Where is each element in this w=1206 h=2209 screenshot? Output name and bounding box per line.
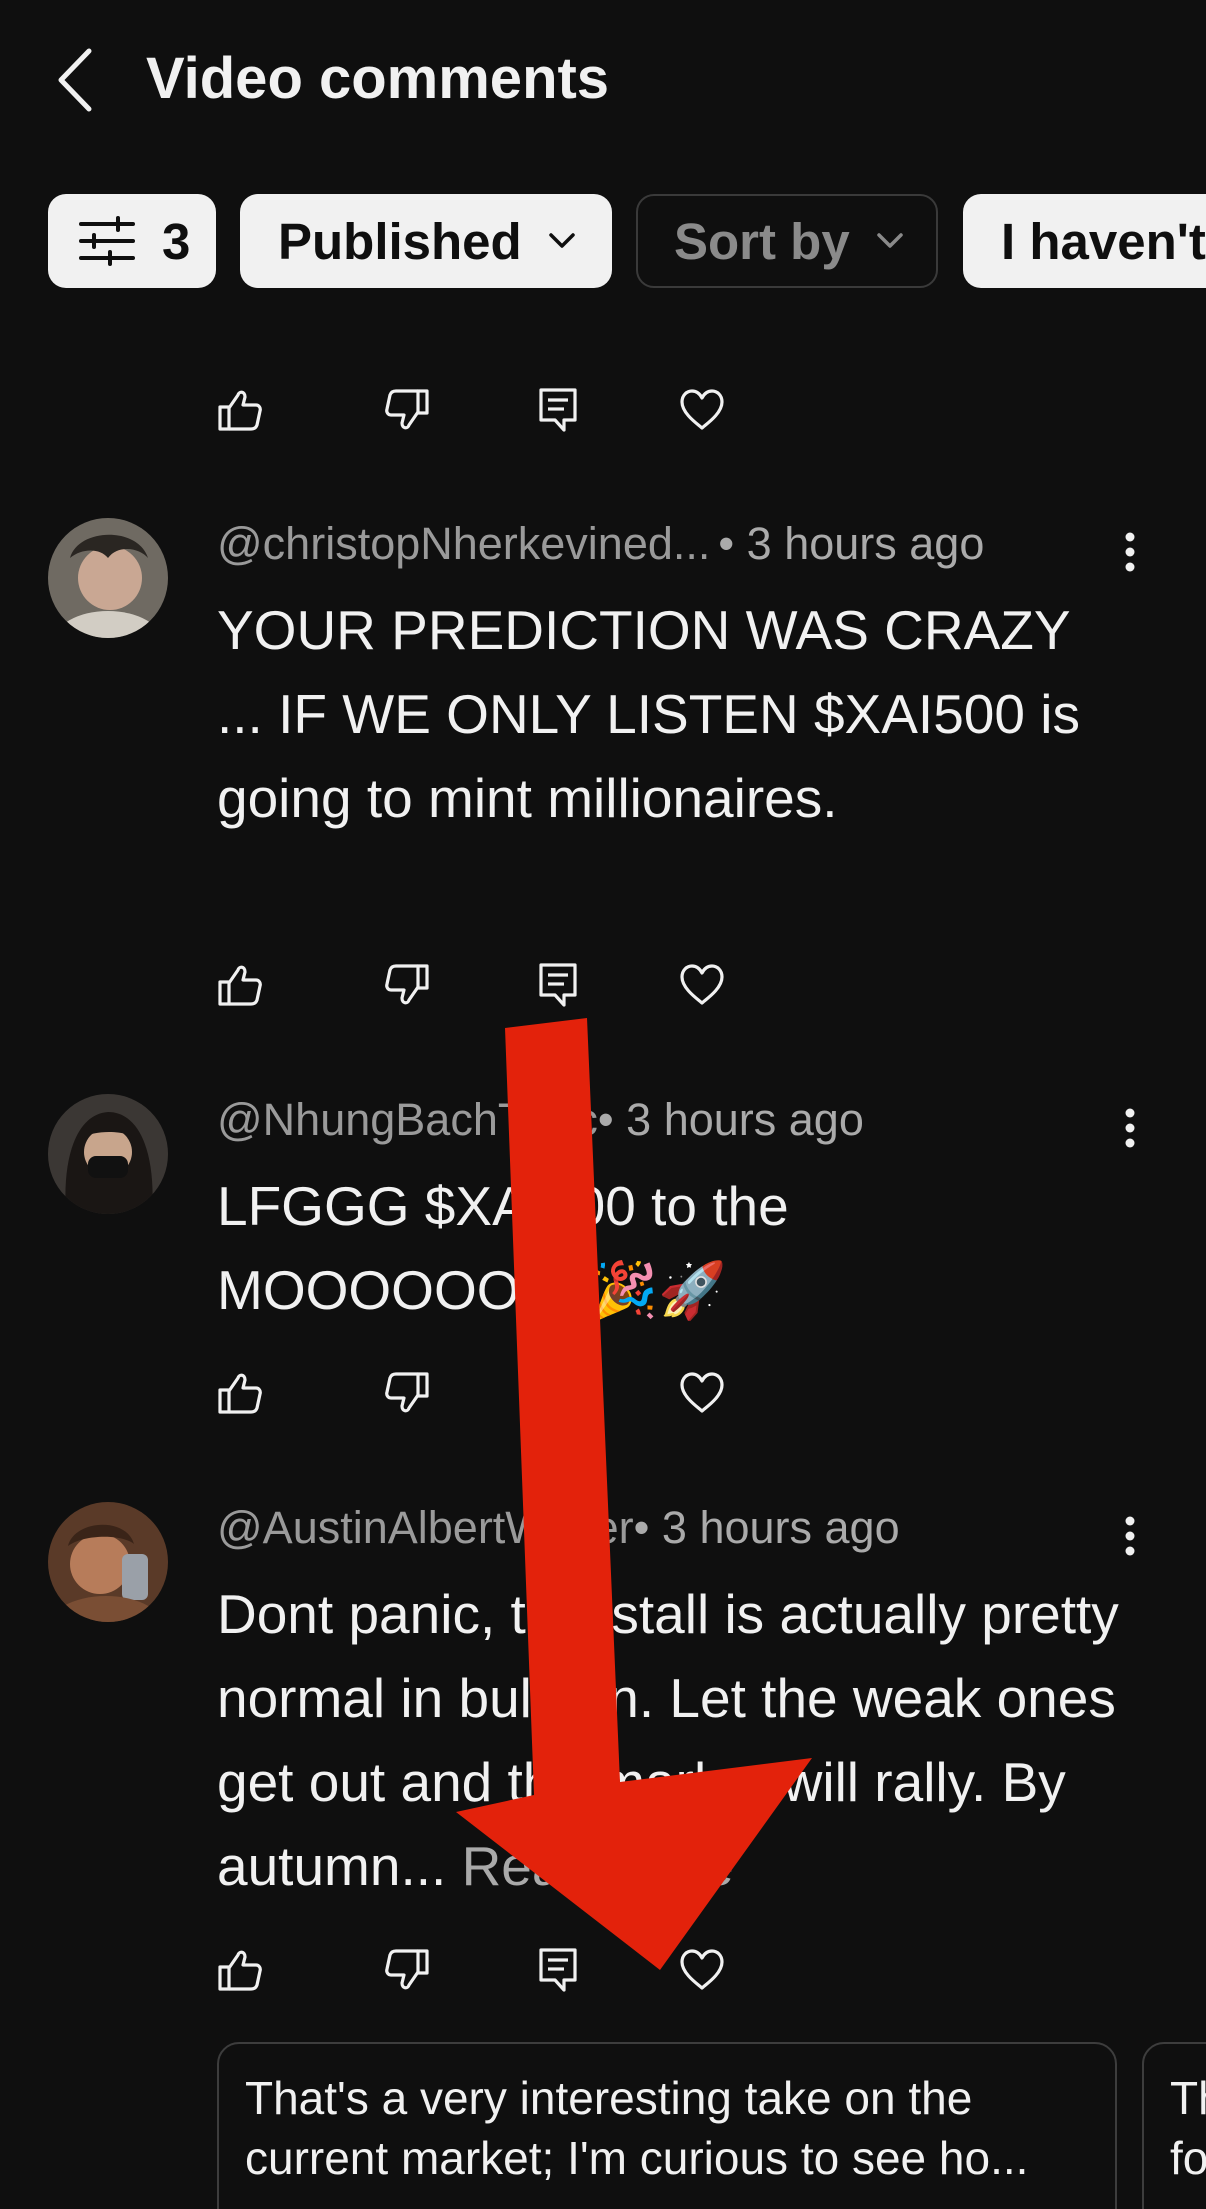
reply-button[interactable] [528, 375, 588, 445]
kebab-icon [1125, 1108, 1135, 1148]
comment-text: LFGGG $XAI500 to the MOOOOOON!!🎉🚀 [217, 1175, 789, 1321]
more-options-button[interactable] [1110, 1506, 1150, 1566]
sort-label: Sort by [674, 212, 850, 270]
author-handle[interactable]: @NhungBachThuc [217, 1094, 598, 1154]
read-more-link[interactable]: Read more [462, 1835, 734, 1897]
comment-icon [539, 1371, 577, 1415]
comment-text: YOUR PREDICTION WAS CRAZY ... IF WE ONLY… [217, 599, 1080, 829]
reply-button[interactable] [528, 1935, 588, 2005]
avatar[interactable] [48, 1094, 168, 1214]
kebab-icon [1125, 1516, 1135, 1556]
heart-button[interactable] [672, 950, 732, 1020]
comment-text: Dont panic, this stall is actually prett… [217, 1572, 1127, 1908]
thumbs-down-icon [385, 1372, 429, 1413]
comment-meta: @NhungBachThuc • 3 hours ago [217, 1094, 864, 1154]
sort-by-chip[interactable]: Sort by [636, 194, 938, 288]
more-options-button[interactable] [1110, 522, 1150, 582]
header: Video comments [0, 0, 1206, 160]
chevron-down-icon [876, 233, 903, 248]
dislike-button[interactable] [377, 1358, 437, 1428]
thumbs-up-icon [218, 1373, 262, 1414]
filters-chip[interactable]: 3 [48, 194, 216, 288]
reply-button[interactable] [528, 950, 588, 1020]
dislike-button[interactable] [377, 375, 437, 445]
sliders-icon [79, 216, 135, 266]
like-button[interactable] [210, 1935, 270, 2005]
suggested-reply[interactable]: Th fo [1142, 2042, 1206, 2209]
avatar[interactable] [48, 518, 168, 638]
comment-item: @AustinAlbertWalter • 3 hours ago Dont p… [0, 1502, 1206, 1952]
video-comments-screen: Video comments 3 Published Sort by I hav… [0, 0, 1206, 2209]
dislike-button[interactable] [377, 950, 437, 1020]
author-handle[interactable]: @christopNherkevined... [217, 518, 710, 578]
dislike-button[interactable] [377, 1935, 437, 2005]
thumbs-up-icon [218, 390, 262, 431]
page-title: Video comments [146, 46, 610, 111]
thumbs-up-icon [218, 965, 262, 1006]
comment-actions [210, 1358, 730, 1428]
comment-time: • 3 hours ago [633, 1502, 900, 1553]
like-button[interactable] [210, 950, 270, 1020]
comment-icon [539, 1948, 577, 1992]
comment-meta: @christopNherkevined... • 3 hours ago [217, 518, 984, 578]
suggested-reply[interactable]: That's a very interesting take on the cu… [217, 2042, 1117, 2209]
thumbs-down-icon [385, 964, 429, 1005]
back-button[interactable] [40, 40, 110, 120]
chevron-left-icon [58, 48, 92, 112]
heart-button[interactable] [672, 1935, 732, 2005]
published-label: Published [278, 212, 522, 270]
heart-icon [680, 1372, 724, 1413]
avatar[interactable] [48, 1502, 168, 1622]
suggested-reply-line: Th [1170, 2072, 1206, 2124]
comment-icon [539, 963, 577, 1007]
heart-icon [680, 389, 724, 430]
havent-replied-label: I haven't [1001, 212, 1206, 270]
thumbs-down-icon [385, 1949, 429, 1990]
comment-meta: @AustinAlbertWalter • 3 hours ago [217, 1502, 900, 1562]
comment-actions [210, 1935, 730, 2005]
heart-icon [680, 1949, 724, 1990]
thumbs-down-icon [385, 389, 429, 430]
heart-button[interactable] [672, 375, 732, 445]
author-handle[interactable]: @AustinAlbertWalter [217, 1502, 634, 1562]
kebab-icon [1125, 532, 1135, 572]
thumbs-up-icon [218, 1950, 262, 1991]
reply-button[interactable] [528, 1358, 588, 1428]
heart-icon [680, 964, 724, 1005]
comment-icon [539, 388, 577, 432]
like-button[interactable] [210, 375, 270, 445]
filter-count: 3 [162, 212, 191, 270]
like-button[interactable] [210, 1358, 270, 1428]
comment-item: @NhungBachThuc • 3 hours ago LFGGG $XAI5… [0, 1094, 1206, 1374]
comment-time: • 3 hours ago [597, 1094, 864, 1145]
comment-actions [210, 950, 730, 1020]
published-chip[interactable]: Published [240, 194, 612, 288]
suggested-reply-line: fo [1170, 2132, 1206, 2184]
heart-button[interactable] [672, 1358, 732, 1428]
filter-chip-bar: 3 Published Sort by I haven't [0, 190, 1206, 290]
suggested-reply-line: current market; I'm curious to see ho... [245, 2132, 1029, 2184]
suggested-reply-line: That's a very interesting take on the [245, 2072, 973, 2124]
comment-time: • 3 hours ago [718, 518, 985, 569]
comment-actions [210, 375, 730, 445]
chevron-down-icon [548, 233, 575, 248]
havent-replied-chip[interactable]: I haven't [963, 194, 1206, 288]
more-options-button[interactable] [1110, 1098, 1150, 1158]
